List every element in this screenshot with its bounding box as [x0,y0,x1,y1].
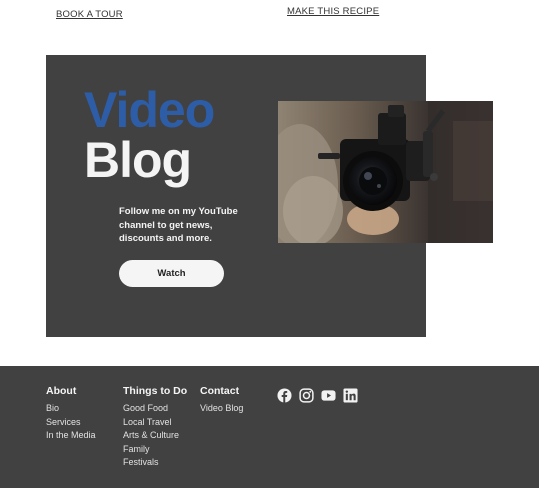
footer-things-column: Things to Do Good Food Local Travel Arts… [123,385,187,470]
youtube-icon[interactable] [321,388,336,403]
instagram-icon[interactable] [299,388,314,403]
footer-contact-column: Contact Video Blog [200,385,243,416]
headline-video: Video [84,82,215,138]
footer-about-column: About Bio Services In the Media [46,385,96,443]
headline-blog: Blog [84,132,192,188]
footer-link-arts-culture[interactable]: Arts & Culture [123,429,187,443]
footer-link-festivals[interactable]: Festivals [123,456,187,470]
footer-link-bio[interactable]: Bio [46,402,96,416]
facebook-icon[interactable] [277,388,292,403]
promo-description: Follow me on my YouTube channel to get n… [119,206,238,244]
book-a-tour-link[interactable]: BOOK A TOUR [56,9,123,20]
watch-button[interactable]: Watch [119,260,224,287]
footer-link-local-travel[interactable]: Local Travel [123,416,187,430]
video-camera-photo [278,101,493,243]
footer-link-services[interactable]: Services [46,416,96,430]
social-icons [277,388,358,403]
footer-link-good-food[interactable]: Good Food [123,402,187,416]
footer-about-heading: About [46,385,77,397]
footer-contact-heading: Contact [200,385,240,397]
footer-link-family[interactable]: Family [123,443,187,457]
site-footer: About Bio Services In the Media Things t… [0,366,539,488]
footer-link-in-the-media[interactable]: In the Media [46,429,96,443]
make-this-recipe-link[interactable]: MAKE THIS RECIPE [287,6,379,17]
linkedin-icon[interactable] [343,388,358,403]
footer-link-video-blog[interactable]: Video Blog [200,402,243,416]
footer-things-heading: Things to Do [123,385,188,397]
